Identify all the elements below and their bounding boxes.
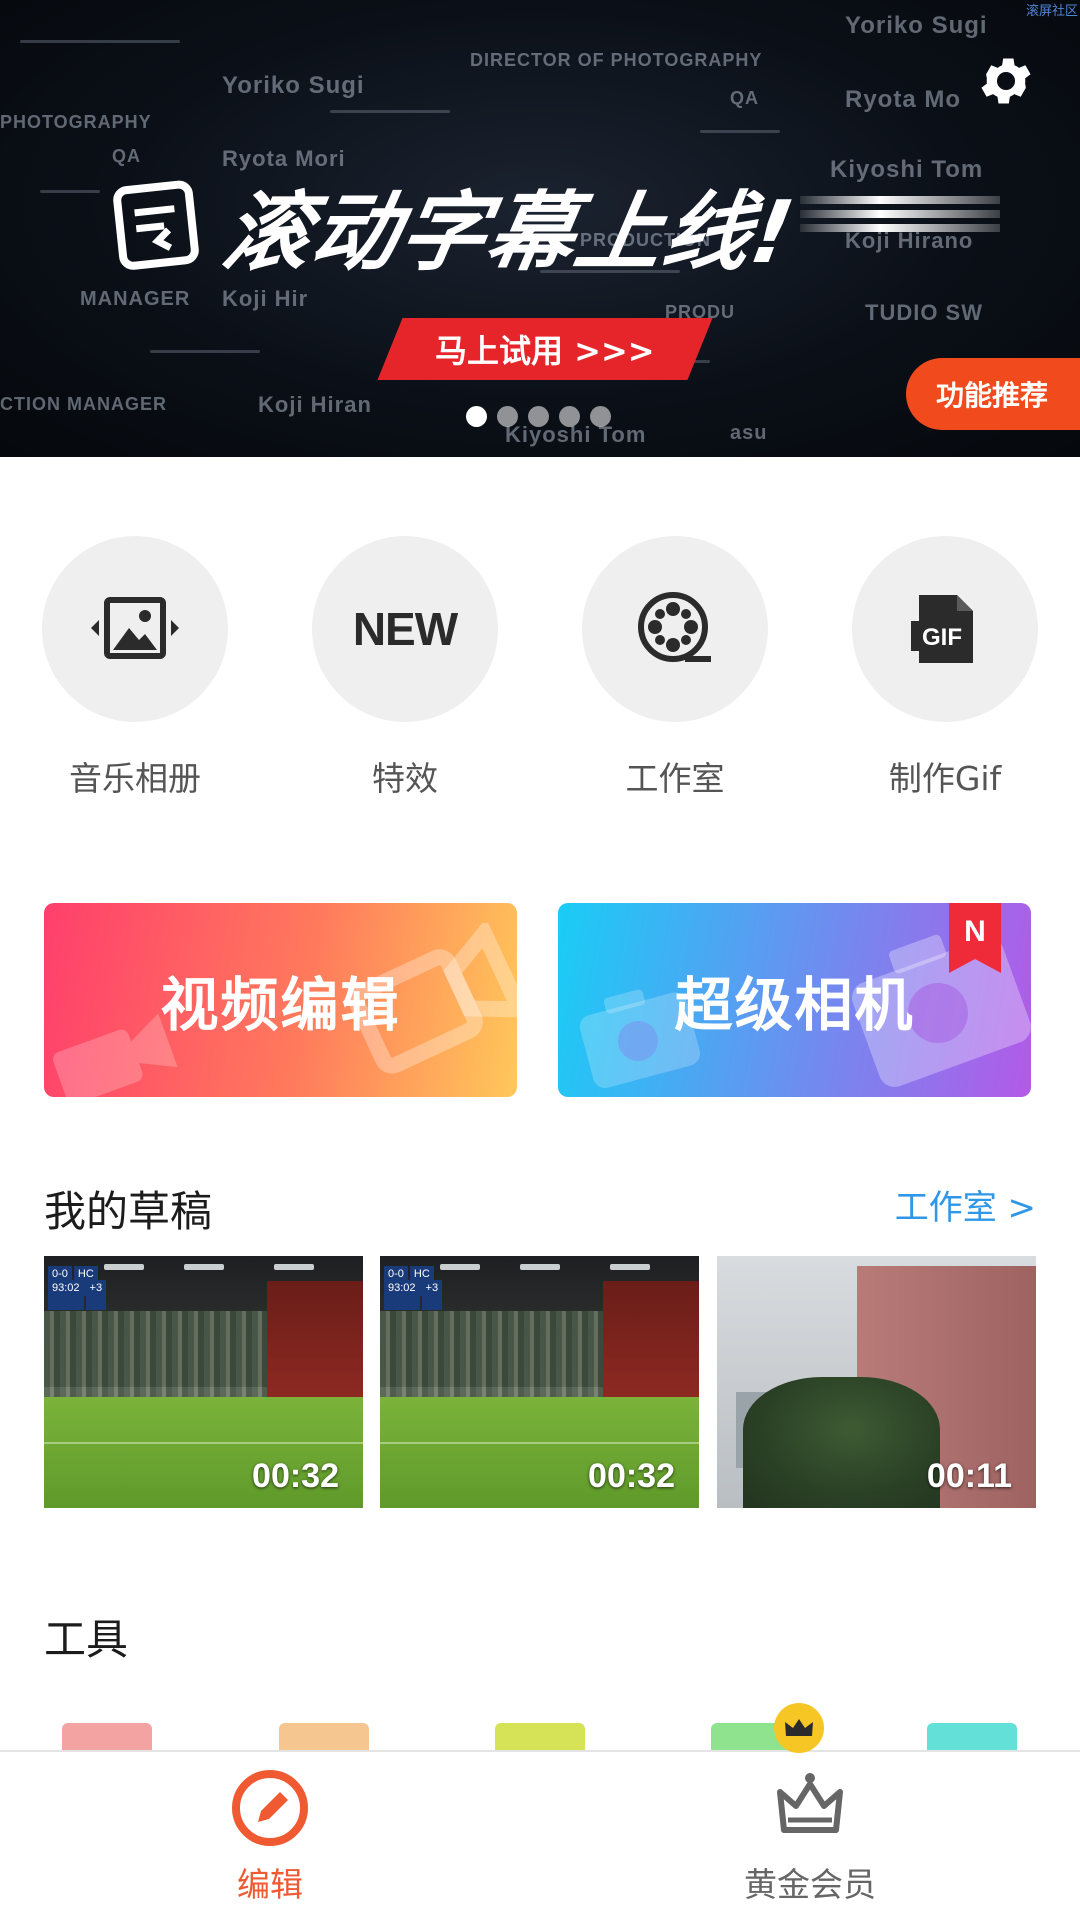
score-time: 93:02 xyxy=(384,1280,420,1310)
pager-dot[interactable] xyxy=(466,406,487,427)
draft-duration: 00:32 xyxy=(252,1457,339,1495)
quick-studio-circle[interactable] xyxy=(582,536,768,722)
try-now-button[interactable]: 马上试用 >>> xyxy=(377,318,713,380)
nav-edit-label: 编辑 xyxy=(237,1865,303,1904)
score-time-overlay: 93:02 +3 xyxy=(48,1280,107,1310)
credit-text: QA xyxy=(112,146,141,166)
watermark-tag: 滚屏社区 xyxy=(1025,4,1078,19)
pager-dot[interactable] xyxy=(528,406,549,427)
nav-vip-label: 黄金会员 xyxy=(744,1865,876,1904)
credit-text: Yoriko Sugi xyxy=(845,12,988,39)
credit-text: TUDIO SW xyxy=(865,300,983,325)
photo-arrows-icon xyxy=(91,597,179,659)
video-edit-label: 视频编辑 xyxy=(160,971,401,1039)
new-icon: NEW xyxy=(352,603,458,655)
promo-banner[interactable]: Yoriko Sugi DIRECTOR OF PHOTOGRAPHY Ryot… xyxy=(0,0,1080,457)
gif-file-icon: GIF xyxy=(911,595,973,663)
banner-pager xyxy=(466,406,611,427)
draft-duration: 00:32 xyxy=(588,1457,675,1495)
credit-text: CTION MANAGER xyxy=(0,394,167,414)
film-reel-icon xyxy=(638,592,711,662)
vip-crown-icon xyxy=(774,1703,824,1753)
nav-vip-tab[interactable]: 黄金会员 xyxy=(710,1764,910,1906)
credit-text: Kiyoshi Tom xyxy=(830,156,984,183)
credit-text: Yoriko Sugi xyxy=(222,72,365,99)
try-now-label: 马上试用 >>> xyxy=(435,332,655,370)
settings-gear-icon[interactable] xyxy=(975,50,1037,112)
home-screen: Yoriko Sugi DIRECTOR OF PHOTOGRAPHY Ryot… xyxy=(0,0,1080,1920)
pager-dot[interactable] xyxy=(590,406,611,427)
quick-effects-label: 特效 xyxy=(372,759,438,798)
credit-text: Koji Hiran xyxy=(258,392,372,417)
score-time: 93:02 xyxy=(48,1280,84,1310)
banner-headline: 滚动字幕上线! xyxy=(112,172,803,283)
bottom-navigation: 编辑 黄金会员 xyxy=(0,1750,1080,1920)
quick-music-album-circle[interactable] xyxy=(42,536,228,722)
quick-make-gif-circle[interactable]: GIF xyxy=(852,536,1038,722)
nav-edit-tab[interactable]: 编辑 xyxy=(170,1764,370,1906)
draft-thumbnail[interactable]: 00:11 xyxy=(717,1256,1036,1508)
quick-music-album-label: 音乐相册 xyxy=(69,759,201,798)
score-time-overlay: 93:02 +3 xyxy=(384,1280,443,1310)
drafts-title: 我的草稿 xyxy=(44,1187,213,1236)
crown-icon xyxy=(777,1773,843,1833)
quick-studio[interactable]: 工作室 xyxy=(582,536,768,800)
banner-title: 滚动字幕上线! xyxy=(215,183,803,283)
draft-thumbnail[interactable]: 0-0 HC 93:02 +3 00:32 xyxy=(380,1256,699,1508)
super-camera-card[interactable]: N 超级相机 xyxy=(558,903,1031,1097)
draft-thumbnail[interactable]: 0-0 HC 93:02 +3 00:32 xyxy=(44,1256,363,1508)
edit-pencil-icon xyxy=(232,1770,308,1846)
video-edit-card[interactable]: 视频编辑 xyxy=(44,903,517,1097)
score-extra: +3 xyxy=(85,1280,107,1310)
quick-make-gif-label: 制作Gif xyxy=(888,759,1002,798)
subtitle-doc-icon xyxy=(112,179,204,271)
quick-make-gif[interactable]: GIF 制作Gif xyxy=(852,536,1038,800)
drafts-studio-link[interactable]: 工作室 > xyxy=(895,1180,1036,1229)
draft-duration: 00:11 xyxy=(926,1457,1012,1495)
quick-effects[interactable]: NEW 特效 xyxy=(312,536,498,800)
super-camera-label: 超级相机 xyxy=(674,971,915,1039)
svg-text:GIF: GIF xyxy=(922,624,962,651)
pager-dot[interactable] xyxy=(559,406,580,427)
credit-text: MANAGER xyxy=(80,288,191,310)
speed-lines-decoration xyxy=(800,190,1000,250)
credit-text: DIRECTOR OF PHOTOGRAPHY xyxy=(470,50,763,70)
score-extra: +3 xyxy=(421,1280,443,1310)
quick-studio-label: 工作室 xyxy=(625,759,725,798)
quick-music-album[interactable]: 音乐相册 xyxy=(42,536,228,800)
pager-dot[interactable] xyxy=(497,406,518,427)
feature-recommend-badge[interactable]: 功能推荐 xyxy=(906,358,1080,430)
credit-text: asu xyxy=(730,422,768,444)
credit-text: QA xyxy=(730,88,759,108)
quick-effects-circle[interactable]: NEW xyxy=(312,536,498,722)
credit-text: Koji Hir xyxy=(222,286,309,311)
credit-text: PHOTOGRAPHY xyxy=(0,112,152,132)
credit-text: Ryota Mo xyxy=(845,86,961,113)
tools-title: 工具 xyxy=(44,1615,129,1664)
